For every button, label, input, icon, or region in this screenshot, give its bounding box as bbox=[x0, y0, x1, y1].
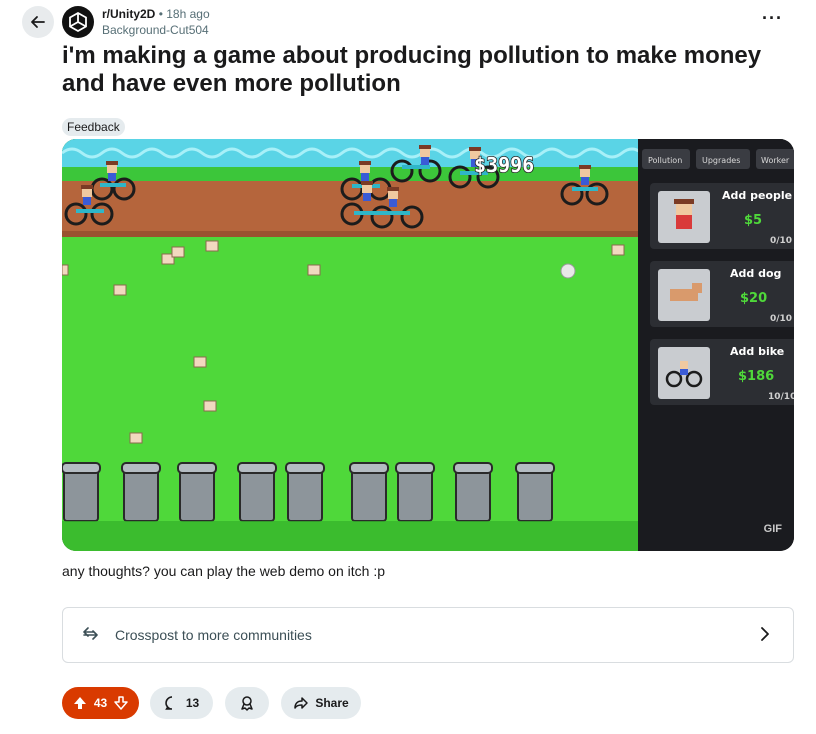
shop-item-price: $186 bbox=[738, 369, 774, 384]
vote-bar: 43 bbox=[62, 687, 139, 719]
shop-item-count: 10/10 bbox=[768, 392, 794, 402]
share-icon bbox=[294, 697, 309, 709]
gif-badge: GIF bbox=[763, 523, 782, 535]
water-strip bbox=[62, 139, 638, 169]
more-icon: ··· bbox=[762, 8, 783, 28]
comments-button[interactable]: 13 bbox=[150, 687, 213, 719]
post-age: 18h ago bbox=[166, 7, 210, 21]
award-button[interactable] bbox=[225, 687, 269, 719]
post-title: i'm making a game about producing pollut… bbox=[62, 42, 762, 97]
back-arrow-icon bbox=[31, 16, 45, 28]
tab-worker[interactable]: Worker bbox=[761, 156, 790, 165]
post-meta: r/Unity2D • 18h ago bbox=[102, 7, 210, 21]
money-counter: $3996 bbox=[474, 153, 534, 177]
share-button[interactable]: Share bbox=[281, 687, 361, 719]
meta-separator: • bbox=[158, 7, 163, 21]
crosspost-button[interactable]: Crosspost to more communities bbox=[62, 607, 794, 663]
shop-item-label: Add bike bbox=[730, 345, 784, 358]
post-media-gif[interactable]: $3996 Pollution Upgrades Worker Add peop… bbox=[62, 139, 794, 551]
upvote-icon[interactable] bbox=[72, 695, 88, 711]
game-scene: $3996 Pollution Upgrades Worker Add peop… bbox=[62, 139, 794, 551]
downvote-icon[interactable] bbox=[113, 695, 129, 711]
more-options-button[interactable]: ··· bbox=[762, 8, 783, 29]
tab-upgrades[interactable]: Upgrades bbox=[702, 156, 740, 165]
post-flair[interactable]: Feedback bbox=[62, 118, 125, 136]
shop-item-price: $5 bbox=[744, 213, 762, 228]
trash-cans bbox=[62, 462, 555, 522]
subreddit-link[interactable]: r/Unity2D bbox=[102, 7, 155, 21]
dirt-path bbox=[62, 181, 638, 235]
shop-item-count: 0/10 bbox=[770, 314, 792, 324]
share-label: Share bbox=[315, 696, 349, 710]
tab-pollution[interactable]: Pollution bbox=[648, 156, 682, 165]
subreddit-avatar[interactable] bbox=[62, 6, 94, 38]
author-link[interactable]: Background-Cut504 bbox=[102, 23, 209, 37]
crosspost-label: Crosspost to more communities bbox=[115, 627, 312, 643]
post-body: any thoughts? you can play the web demo … bbox=[62, 563, 385, 579]
crosspost-icon bbox=[83, 627, 98, 640]
award-icon bbox=[241, 696, 253, 711]
shop-item-label: Add dog bbox=[730, 267, 781, 280]
shop-item-price: $20 bbox=[740, 291, 767, 306]
comment-icon bbox=[164, 696, 172, 710]
shop-item-label: Add people bbox=[722, 189, 792, 202]
back-button[interactable] bbox=[22, 6, 54, 38]
comment-count: 13 bbox=[185, 696, 200, 710]
vote-count: 43 bbox=[93, 696, 108, 710]
subreddit-avatar-icon bbox=[69, 11, 87, 33]
shop-item-count: 0/10 bbox=[770, 236, 792, 246]
chevron-right-icon bbox=[761, 627, 769, 641]
